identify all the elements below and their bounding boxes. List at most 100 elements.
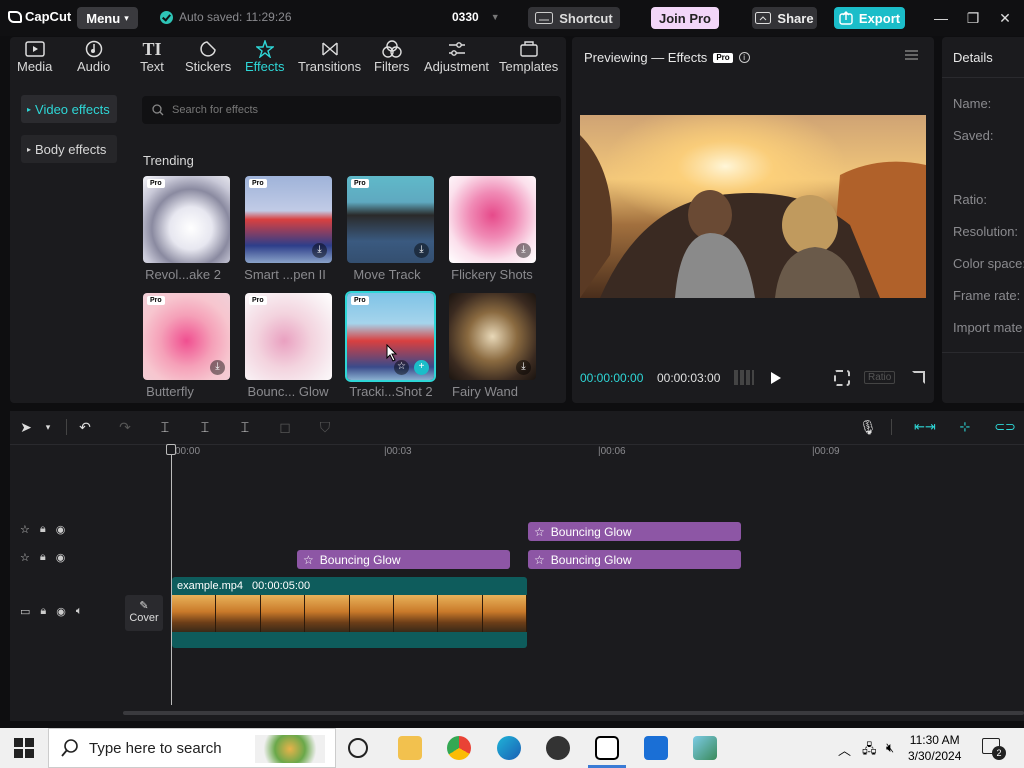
download-icon[interactable]: ⤓ [210,360,225,375]
lock-icon[interactable]: 🔒︎ [40,523,46,536]
tab-templates[interactable]: Templates [499,39,558,74]
search-input[interactable]: Search for effects [142,96,561,124]
timeline-grid-icon[interactable] [734,370,754,385]
track-controls-effects-2: ☆ 🔒︎ ◉ [20,551,65,564]
edge-icon[interactable] [497,736,521,760]
play-icon[interactable] [771,372,781,384]
lock-icon[interactable]: 🔒︎ [40,551,46,564]
effect-card-flickery-shots[interactable]: ⤓ [449,176,536,263]
microsoft-store-icon[interactable] [644,736,668,760]
effect-card-bouncing-glow[interactable]: Pro [245,293,332,380]
shortcut-button[interactable]: Shortcut [528,7,620,29]
tab-media[interactable]: Media [17,39,52,74]
effect-clip[interactable]: ☆ Bouncing Glow [528,550,741,569]
main-track-magnet-icon[interactable]: ⇤⇥ [914,417,936,437]
effect-clip[interactable]: ☆ Bouncing Glow [297,550,510,569]
timeline-horizontal-scrollbar[interactable] [123,711,1024,715]
tab-effects[interactable]: Effects [245,39,285,74]
network-icon[interactable]: 🖧︎ [862,740,877,762]
download-icon[interactable]: ⤓ [516,243,531,258]
info-icon[interactable]: i [738,52,750,63]
download-icon[interactable]: ⤓ [414,243,429,258]
effect-clip[interactable]: ☆ Bouncing Glow [528,522,741,541]
effect-card-move-track[interactable]: Pro ⤓ [347,176,434,263]
add-icon[interactable]: + [414,360,429,375]
split-icon[interactable]: ⌶ [155,417,175,437]
download-icon[interactable]: ⤓ [312,243,327,258]
playhead-handle[interactable] [166,444,176,455]
star-icon[interactable]: ☆ [394,360,409,375]
menu-button[interactable]: Menu ▾ [77,7,138,29]
effect-label: Move Track [353,267,421,282]
tab-adjustment[interactable]: Adjustment [424,39,489,74]
section-title-trending: Trending [143,153,194,168]
sidebar-item-body-effects[interactable]: ▸ Body effects [21,135,117,163]
taskbar-clock[interactable]: 11:30 AM 3/30/2024 [908,732,961,764]
effect-label: Flickery Shots [451,267,533,282]
task-view-icon[interactable] [348,738,368,758]
tab-filters[interactable]: Filters [374,39,409,74]
chrome-icon[interactable] [447,736,471,760]
project-name-dropdown[interactable]: 0330 ▼ [452,10,500,24]
close-icon[interactable]: ✕ [995,8,1015,28]
tab-audio[interactable]: Audio [77,39,110,74]
tab-stickers[interactable]: Stickers [185,39,231,74]
chevron-up-icon[interactable]: ︿ [838,740,851,759]
effect-card-butterfly[interactable]: Pro ⤓ [143,293,230,380]
join-pro-button[interactable]: Join Pro [651,7,719,29]
eye-icon[interactable]: ◉ [56,605,66,618]
effect-card-fairy-wand[interactable]: ⤓ [449,293,536,380]
tab-transitions[interactable]: Transitions [298,39,361,74]
time-ruler[interactable] [10,444,1024,445]
video-track-icon: ▭ [20,606,31,618]
minimize-icon[interactable]: — [931,8,951,28]
preview-video[interactable] [580,115,926,298]
tab-label: Stickers [185,59,232,74]
timeline-panel: ➤ ▾ ↶ ↷ ⌶ ⌶ ⌶ ◻ ⛉ 🎙 ⇤⇥ ⊹ ⊂⊃ 00:00 |00:03… [10,411,1024,721]
download-icon[interactable]: ⤓ [516,360,531,375]
link-icon[interactable]: ⊂⊃ [994,417,1016,437]
speaker-icon[interactable]: 🔈︎ [76,605,83,618]
tab-label: Audio [77,59,111,74]
export-button[interactable]: Export [834,7,905,29]
delete-icon[interactable]: ◻ [275,417,295,437]
logo-text: CapCut [25,9,72,24]
check-circle-icon [160,10,173,24]
photos-icon[interactable] [693,736,717,760]
file-explorer-icon[interactable] [398,736,422,760]
shield-icon[interactable]: ⛉ [315,417,335,437]
auto-snap-icon[interactable]: ⊹ [954,417,976,437]
effect-card-tracking-shot[interactable]: Pro ☆ + [347,293,434,380]
lock-icon[interactable]: 🔒︎ [40,605,46,618]
eye-icon[interactable]: ◉ [56,551,66,564]
effect-card-revolve[interactable]: Pro [143,176,230,263]
select-cursor-icon[interactable]: ➤ [16,417,36,437]
split-left-icon[interactable]: ⌶ [195,417,215,437]
volume-muted-icon[interactable]: 🔇︎ [886,740,894,756]
effect-card-smart-open[interactable]: Pro ⤓ [245,176,332,263]
preview-title: Previewing — Effects Pro i [584,50,750,65]
split-right-icon[interactable]: ⌶ [235,417,255,437]
obs-icon[interactable] [546,736,570,760]
chevron-down-icon[interactable]: ▾ [38,417,58,437]
restore-icon[interactable]: ❐ [963,8,983,28]
ratio-button[interactable]: Ratio [864,371,896,384]
tab-label: Media [17,59,53,74]
redo-icon[interactable]: ↷ [115,417,135,437]
taskbar-search-input[interactable]: Type here to search [48,728,336,768]
microphone-icon[interactable]: 🎙 [858,417,878,437]
hamburger-menu-icon[interactable] [905,50,918,60]
sidebar-item-video-effects[interactable]: ▸ Video effects [21,95,117,123]
eye-icon[interactable]: ◉ [56,523,66,536]
capcut-taskbar-icon[interactable] [595,736,619,760]
clip-label: Bouncing Glow [550,524,632,539]
fullscreen-icon[interactable] [912,371,925,384]
undo-icon[interactable]: ↶ [75,417,95,437]
windows-start-icon[interactable] [14,738,34,758]
share-button[interactable]: Share [752,7,817,29]
tab-text[interactable]: TI Text [140,39,164,75]
playhead[interactable] [171,445,172,705]
cover-button[interactable]: ✎ Cover [125,595,163,631]
screenshot-icon[interactable] [834,370,850,386]
video-clip[interactable]: example.mp4 00:00:05:00 [172,577,527,648]
